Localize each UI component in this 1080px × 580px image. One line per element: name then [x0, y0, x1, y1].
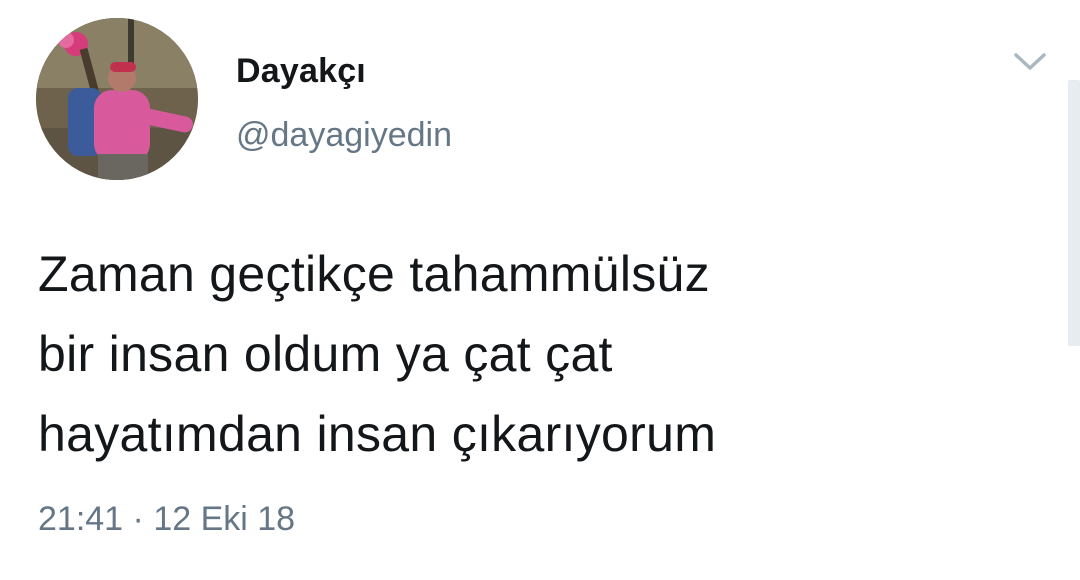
chevron-down-icon[interactable]: [1010, 46, 1050, 78]
display-name[interactable]: Dayakçı: [236, 52, 366, 91]
tweet-date: 12 Eki 18: [153, 500, 296, 538]
timestamp-separator: ·: [132, 500, 144, 538]
tweet-timestamp[interactable]: 21:41 · 12 Eki 18: [38, 500, 295, 539]
tweet-text-line: bir insan oldum ya çat çat: [38, 326, 613, 382]
scrollbar[interactable]: [1068, 80, 1080, 346]
tweet-text-line: Zaman geçtikçe tahammülsüz: [38, 246, 710, 302]
tweet-text-line: hayatımdan insan çıkarıyorum: [38, 406, 717, 462]
tweet-time: 21:41: [38, 500, 124, 538]
tweet-text: Zaman geçtikçe tahammülsüz bir insan old…: [38, 234, 1028, 474]
avatar-image: [36, 18, 198, 180]
user-handle[interactable]: @dayagiyedin: [236, 116, 452, 155]
tweet-card: Dayakçı @dayagiyedin Zaman geçtikçe taha…: [0, 0, 1080, 580]
avatar[interactable]: [36, 18, 198, 180]
